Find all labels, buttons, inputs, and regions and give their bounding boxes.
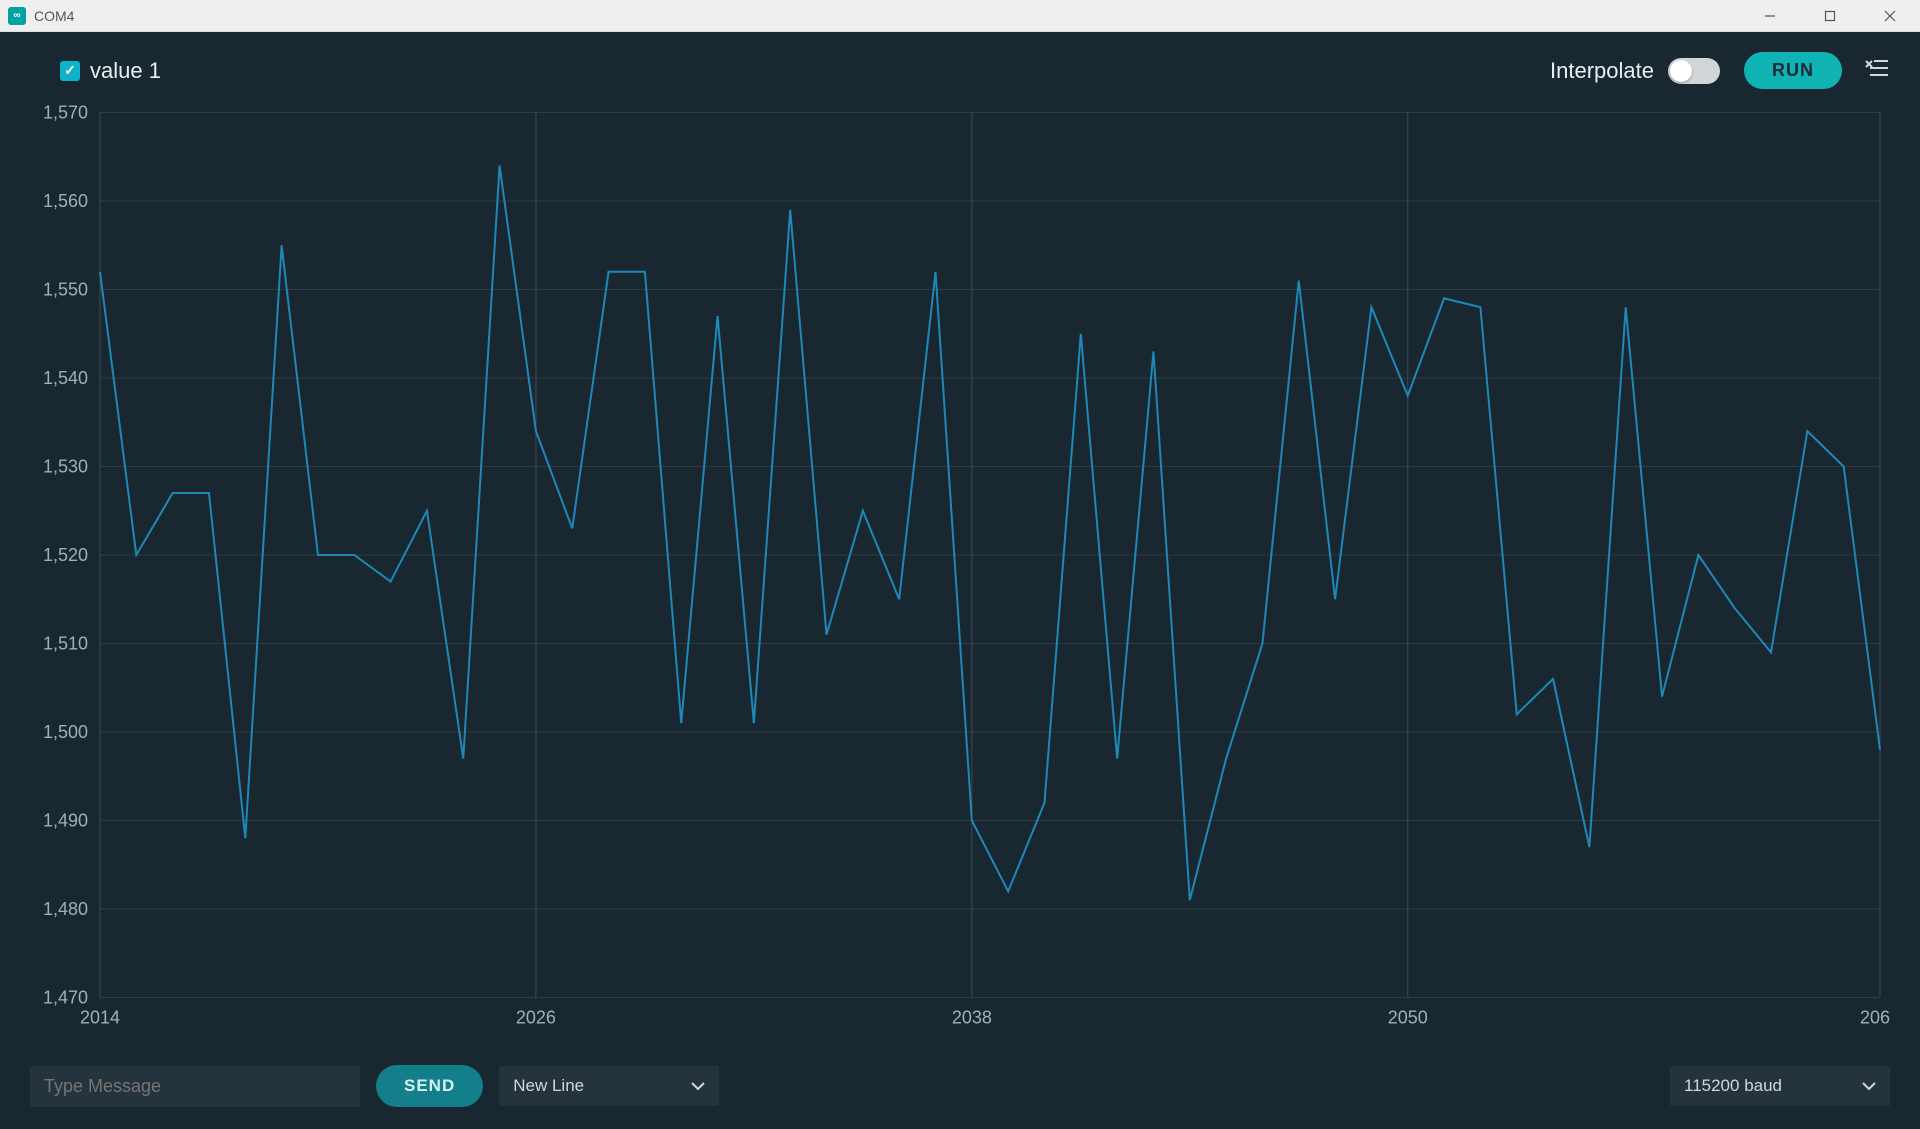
chevron-down-icon bbox=[691, 1076, 705, 1096]
serial-plotter-chart[interactable]: 1,470 1,480 1,490 1,500 1,510 1,520 1,530 1,540… bbox=[30, 100, 1890, 1040]
svg-text:1,530: 1,530 bbox=[43, 456, 88, 476]
close-button[interactable] bbox=[1860, 0, 1920, 31]
svg-text:1,520: 1,520 bbox=[43, 545, 88, 565]
svg-text:1,540: 1,540 bbox=[43, 368, 88, 388]
legend-label: value 1 bbox=[90, 58, 161, 84]
run-button[interactable]: RUN bbox=[1744, 52, 1842, 89]
svg-text:2014: 2014 bbox=[80, 1007, 120, 1027]
top-toolbar: ✓ value 1 Interpolate RUN bbox=[30, 52, 1890, 90]
window-titlebar: ∞ COM4 bbox=[0, 0, 1920, 32]
baud-value: 115200 baud bbox=[1684, 1076, 1782, 1096]
svg-text:1,500: 1,500 bbox=[43, 722, 88, 742]
svg-text:2063: 2063 bbox=[1860, 1007, 1890, 1027]
interpolate-toggle[interactable] bbox=[1668, 58, 1720, 84]
svg-text:1,480: 1,480 bbox=[43, 899, 88, 919]
svg-text:1,560: 1,560 bbox=[43, 191, 88, 211]
toggle-knob bbox=[1670, 60, 1692, 82]
arduino-icon: ∞ bbox=[8, 7, 26, 25]
svg-text:1,570: 1,570 bbox=[43, 102, 88, 122]
svg-text:1,510: 1,510 bbox=[43, 633, 88, 653]
window-title: COM4 bbox=[34, 8, 74, 24]
send-button[interactable]: SEND bbox=[376, 1065, 483, 1107]
maximize-button[interactable] bbox=[1800, 0, 1860, 31]
svg-text:2050: 2050 bbox=[1388, 1007, 1428, 1027]
svg-text:2026: 2026 bbox=[516, 1007, 556, 1027]
interpolate-label: Interpolate bbox=[1550, 58, 1654, 84]
legend-checkbox[interactable]: ✓ bbox=[60, 61, 80, 81]
line-ending-select[interactable]: New Line bbox=[499, 1066, 719, 1106]
svg-text:1,550: 1,550 bbox=[43, 279, 88, 299]
svg-text:2038: 2038 bbox=[952, 1007, 992, 1027]
chart-area: 1,470 1,480 1,490 1,500 1,510 1,520 1,530 1,540… bbox=[30, 100, 1890, 1040]
bottom-toolbar: SEND New Line 115200 baud bbox=[30, 1064, 1890, 1109]
line-ending-value: New Line bbox=[513, 1076, 584, 1096]
svg-text:1,470: 1,470 bbox=[43, 987, 88, 1007]
clear-chart-icon[interactable] bbox=[1864, 57, 1890, 84]
minimize-button[interactable] bbox=[1740, 0, 1800, 31]
chevron-down-icon bbox=[1862, 1076, 1876, 1096]
svg-text:1,490: 1,490 bbox=[43, 810, 88, 830]
message-input[interactable] bbox=[30, 1066, 360, 1107]
baud-select[interactable]: 115200 baud bbox=[1670, 1066, 1890, 1106]
app-body: ✓ value 1 Interpolate RUN 1,470 1,480 1,49… bbox=[0, 32, 1920, 1129]
legend-item-value1[interactable]: ✓ value 1 bbox=[60, 58, 161, 84]
